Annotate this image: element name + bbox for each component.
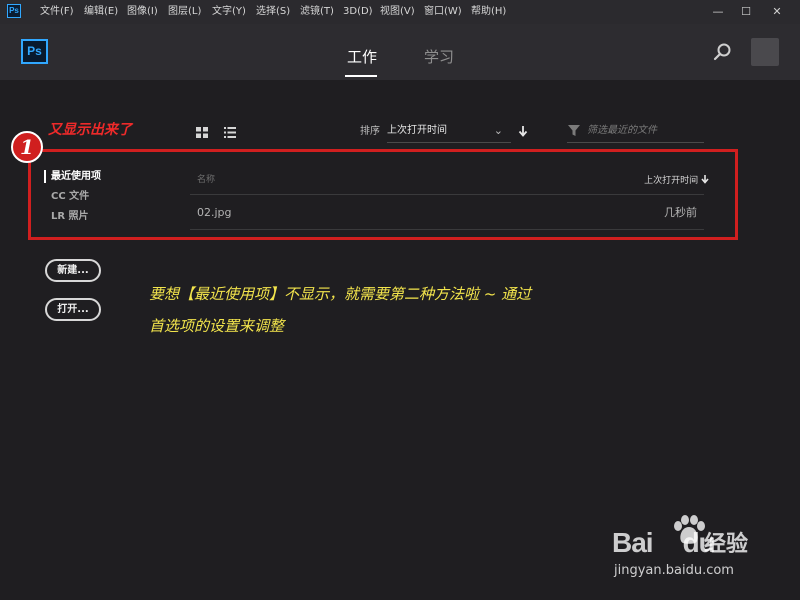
minimize-button[interactable]: — — [704, 1, 732, 23]
menu-3d[interactable]: 3D(D) — [343, 5, 373, 19]
sort-direction-icon[interactable] — [518, 124, 528, 138]
ps-app-icon: Ps — [7, 4, 21, 18]
filter-input[interactable]: 筛选最近的文件 — [567, 121, 704, 143]
photoshop-logo: Ps — [21, 39, 48, 64]
watermark-bai: Bai du — [612, 527, 716, 558]
annotation-red-note: 又显示出来了 — [48, 122, 132, 138]
watermark-jingyan: 经验 — [704, 532, 749, 557]
new-button[interactable]: 新建... — [45, 259, 101, 282]
step-badge: 1 — [11, 131, 43, 163]
menu-help[interactable]: 帮助(H) — [471, 5, 506, 19]
close-button[interactable]: ✕ — [763, 1, 791, 23]
filter-icon — [568, 125, 580, 136]
menu-type[interactable]: 文字(Y) — [212, 5, 246, 19]
menu-layer[interactable]: 图层(L) — [168, 5, 201, 19]
menu-file[interactable]: 文件(F) — [40, 5, 74, 19]
menu-window[interactable]: 窗口(W) — [424, 5, 462, 19]
menu-select[interactable]: 选择(S) — [256, 5, 290, 19]
watermark-url: jingyan.baidu.com — [614, 563, 734, 578]
search-icon[interactable] — [713, 42, 733, 62]
filter-placeholder: 筛选最近的文件 — [587, 125, 657, 136]
menu-edit[interactable]: 编辑(E) — [84, 5, 118, 19]
maximize-button[interactable]: ☐ — [732, 1, 760, 23]
menu-filter[interactable]: 滤镜(T) — [300, 5, 334, 19]
grid-view-icon[interactable] — [196, 127, 208, 138]
user-avatar[interactable] — [751, 38, 779, 66]
sort-label: 排序 — [360, 126, 380, 137]
menu-image[interactable]: 图像(I) — [127, 5, 158, 19]
annotation-note-line1: 要想【最近使用项】不显示，就需要第二种方法啦 ~ 通过 — [149, 285, 532, 303]
annotation-note-line2: 首选项的设置来调整 — [149, 317, 285, 335]
sort-dropdown[interactable]: 上次打开时间 ⌄ — [387, 121, 511, 143]
sort-value: 上次打开时间 — [387, 125, 447, 136]
highlight-box — [28, 149, 738, 240]
chevron-down-icon: ⌄ — [493, 124, 503, 137]
tab-learn[interactable]: 学习 — [424, 47, 454, 67]
tab-work[interactable]: 工作 — [347, 47, 377, 67]
list-view-icon[interactable] — [224, 127, 236, 138]
home-header — [0, 24, 800, 80]
active-tab-indicator — [345, 75, 377, 77]
open-button[interactable]: 打开... — [45, 298, 101, 321]
menu-view[interactable]: 视图(V) — [380, 5, 415, 19]
